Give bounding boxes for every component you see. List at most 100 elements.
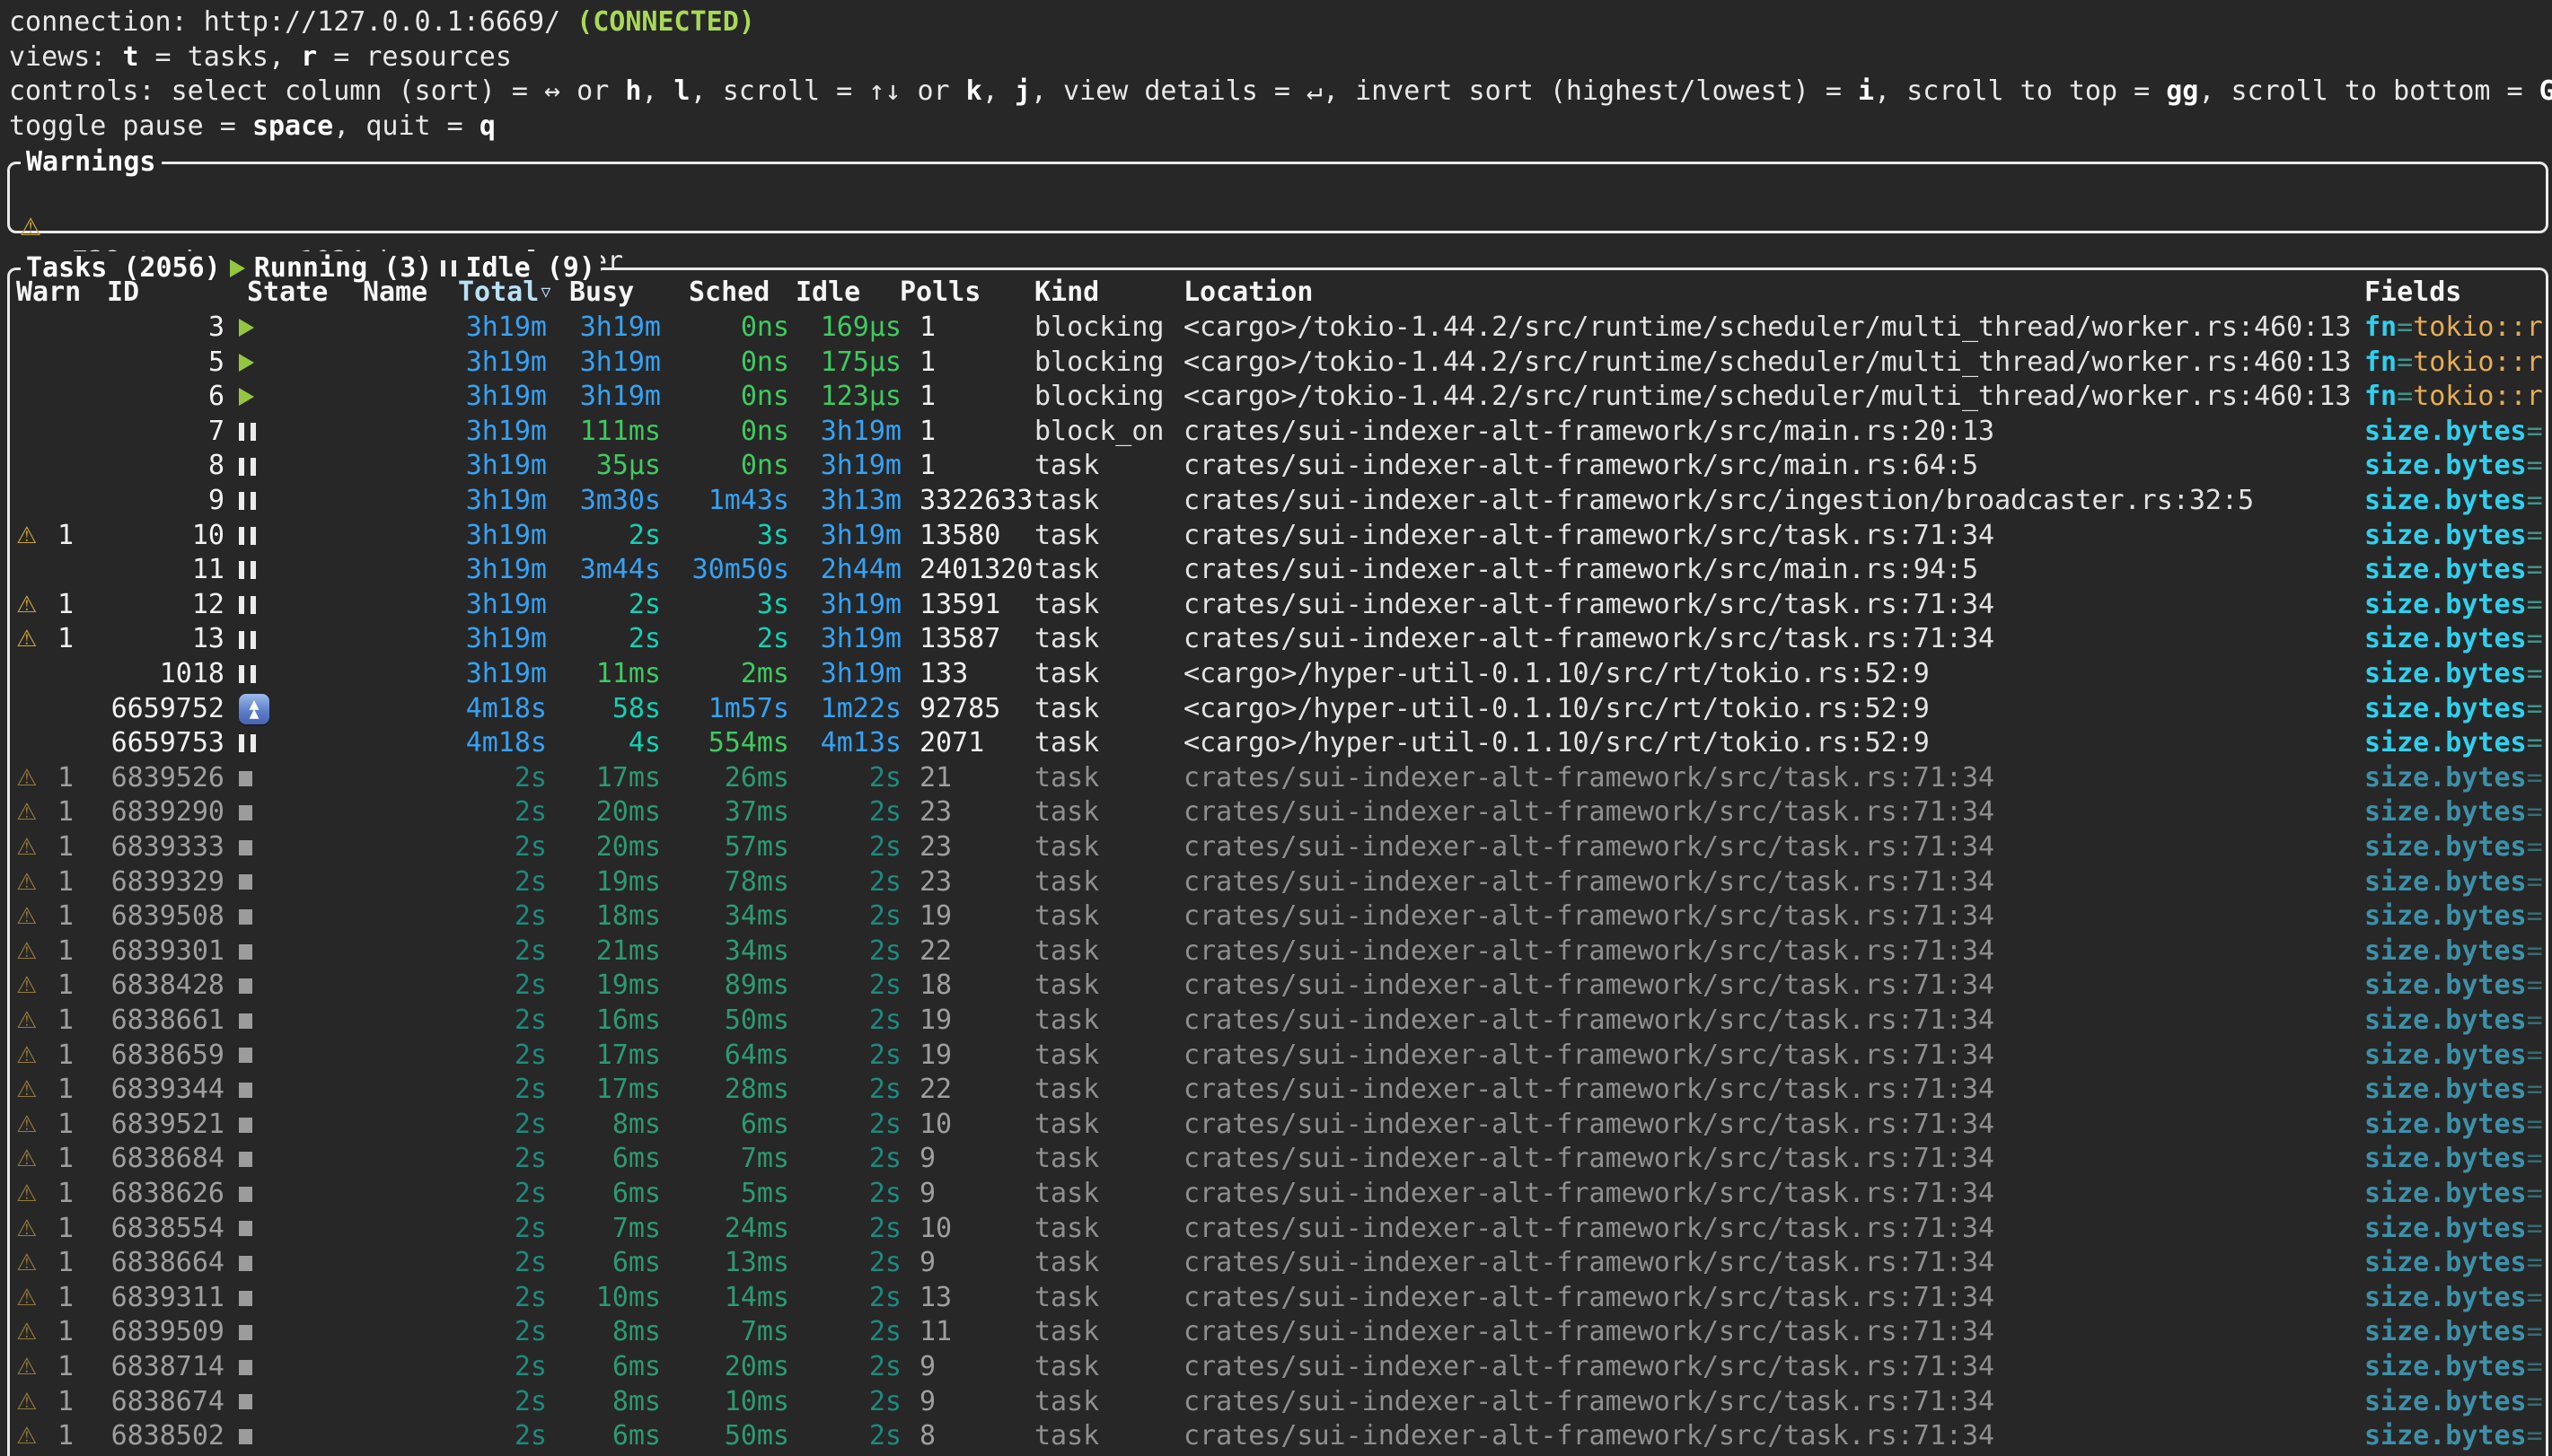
task-busy-duration: 7ms [612,1212,661,1247]
table-row[interactable]: ⚠168395082s18ms34ms2s19taskcrates/sui-in… [0,899,2547,934]
table-row[interactable]: ⚠168386742s8ms10ms2s9taskcrates/sui-inde… [0,1385,2547,1420]
table-row[interactable]: ⚠1133h19m2s2s3h19m13587taskcrates/sui-in… [0,622,2547,657]
task-busy-duration: 8ms [612,1315,661,1350]
task-kind: task [1034,449,1099,484]
task-busy-duration: 19ms [596,865,661,900]
task-location: crates/sui-indexer-alt-framework/src/mai… [1184,449,1978,484]
warning-icon: ⚠ [16,1281,37,1316]
table-row[interactable]: 6659752▲▲4m18s58s1m57s1m22s92785task<car… [0,692,2547,727]
field-equals: = [2527,831,2543,863]
task-total-duration: 2s [515,830,547,865]
table-row[interactable]: ⚠168387142s6ms20ms2s9taskcrates/sui-inde… [0,1350,2547,1385]
table-row[interactable]: ⚠1123h19m2s3s3h19m13591taskcrates/sui-in… [0,588,2547,623]
task-location: crates/sui-indexer-alt-framework/src/tas… [1184,1281,1994,1316]
task-total-duration: 2s [515,761,547,796]
field-equals: = [2527,1178,2543,1209]
table-row[interactable]: ⚠168393292s19ms78ms2s23taskcrates/sui-in… [0,865,2547,900]
task-idle-duration: 2s [869,1246,902,1281]
task-id: 6838554 [111,1212,224,1247]
field-equals: = [2527,1316,2543,1347]
task-total-duration: 3h19m [466,346,547,381]
task-id: 3 [208,311,224,346]
table-row[interactable]: 73h19m111ms0ns3h19m1block_oncrates/sui-i… [0,415,2547,450]
task-id: 6839311 [111,1281,224,1316]
task-state-icon-paused [233,657,273,692]
table-row[interactable]: ⚠168386612s16ms50ms2s19taskcrates/sui-in… [0,1004,2547,1039]
table-row[interactable]: ⚠168385542s7ms24ms2s10taskcrates/sui-ind… [0,1212,2547,1247]
warning-icon: ⚠ [16,1315,37,1350]
task-polls: 13 [920,1281,952,1316]
task-kind: task [1034,1315,1099,1350]
task-kind: task [1034,899,1099,934]
table-row[interactable]: ⚠168393442s17ms28ms2s22taskcrates/sui-in… [0,1073,2547,1108]
task-state-icon-completed [233,1039,273,1074]
task-kind: task [1034,588,1099,623]
field-name: size.bytes [2364,520,2527,551]
task-idle-duration: 3h19m [821,415,902,450]
task-polls: 9 [920,1385,936,1420]
table-row[interactable]: ⚠168393332s20ms57ms2s23taskcrates/sui-in… [0,830,2547,865]
task-id: 6839301 [111,934,224,969]
table-row[interactable]: ⚠168386842s6ms7ms2s9taskcrates/sui-index… [0,1142,2547,1177]
table-row[interactable]: ⚠1103h19m2s3s3h19m13580taskcrates/sui-in… [0,519,2547,554]
task-polls: 3322633 [920,484,1033,519]
table-row[interactable]: ⚠168386592s17ms64ms2s19taskcrates/sui-in… [0,1039,2547,1074]
task-id: 6838674 [111,1385,224,1420]
task-id: 6838664 [111,1246,224,1281]
table-row[interactable]: 10183h19m11ms2ms3h19m133task<cargo>/hype… [0,657,2547,692]
task-kind: task [1034,795,1099,830]
field-equals: = [2397,381,2413,412]
table-row[interactable]: 83h19m35µs0ns3h19m1taskcrates/sui-indexe… [0,449,2547,484]
field-name: size.bytes [2364,727,2527,759]
task-state-icon-paused [233,588,273,623]
field-name: size.bytes [2364,1178,2527,1209]
table-row[interactable]: ⚠168395212s8ms6ms2s10taskcrates/sui-inde… [0,1108,2547,1143]
task-total-duration: 2s [515,795,547,830]
task-state-icon-completed [233,1073,273,1108]
field-equals: = [2527,416,2543,447]
task-total-duration: 2s [515,1004,547,1039]
task-polls: 92785 [920,692,1000,727]
table-row[interactable]: 33h19m3h19m0ns169µs1blocking<cargo>/toki… [0,311,2547,346]
table-row[interactable]: 66597534m18s4s554ms4m13s2071task<cargo>/… [0,726,2547,761]
field-name: size.bytes [2364,1074,2527,1105]
task-kind: blocking [1034,380,1165,415]
table-row[interactable]: 63h19m3h19m0ns123µs1blocking<cargo>/toki… [0,380,2547,415]
task-id: 6839344 [111,1073,224,1108]
table-row[interactable]: ⚠168384282s19ms89ms2s18taskcrates/sui-in… [0,969,2547,1004]
table-row[interactable]: 93h19m3m30s1m43s3h13m3322633taskcrates/s… [0,484,2547,519]
task-warn-count: 1 [57,1281,74,1316]
table-row[interactable]: ⚠168392902s20ms37ms2s23taskcrates/sui-in… [0,795,2547,830]
task-idle-duration: 2s [869,1350,902,1385]
task-busy-duration: 6ms [612,1177,661,1212]
task-fields: size.bytes= [2364,1419,2543,1454]
warning-icon: ⚠ [16,588,37,623]
task-fields: size.bytes= [2364,415,2543,450]
task-polls: 23 [920,865,952,900]
table-row[interactable]: ⚠168393112s10ms14ms2s13taskcrates/sui-in… [0,1281,2547,1316]
warning-icon: ⚠ [16,830,37,865]
task-warn-count: 1 [57,1212,74,1247]
task-polls: 19 [920,1004,952,1039]
table-row[interactable]: ⚠168393012s21ms34ms2s22taskcrates/sui-in… [0,934,2547,969]
task-warn-count: 1 [57,1246,74,1281]
task-idle-duration: 2s [869,1315,902,1350]
field-equals: = [2397,346,2413,378]
task-polls: 23 [920,795,952,830]
task-busy-duration: 17ms [596,761,661,796]
warning-icon: ⚠ [16,1212,37,1247]
warning-icon: ⚠ [16,934,37,969]
task-busy-duration: 20ms [596,830,661,865]
task-fields: size.bytes= [2364,1004,2543,1039]
table-row[interactable]: 53h19m3h19m0ns175µs1blocking<cargo>/toki… [0,346,2547,381]
table-row[interactable]: 113h19m3m44s30m50s2h44m2401320taskcrates… [0,553,2547,588]
task-sched-duration: 0ns [741,449,789,484]
table-row[interactable]: ⚠168385022s6ms50ms2s8taskcrates/sui-inde… [0,1419,2547,1454]
table-row[interactable]: ⚠168395092s8ms7ms2s11taskcrates/sui-inde… [0,1315,2547,1350]
table-row[interactable]: ⚠168395262s17ms26ms2s21taskcrates/sui-in… [0,761,2547,796]
table-row[interactable]: ⚠168386262s6ms5ms2s9taskcrates/sui-index… [0,1177,2547,1212]
task-total-duration: 2s [515,1385,547,1420]
table-row[interactable]: ⚠168386642s6ms13ms2s9taskcrates/sui-inde… [0,1246,2547,1281]
field-name: size.bytes [2364,450,2527,481]
task-busy-duration: 58s [612,692,661,727]
